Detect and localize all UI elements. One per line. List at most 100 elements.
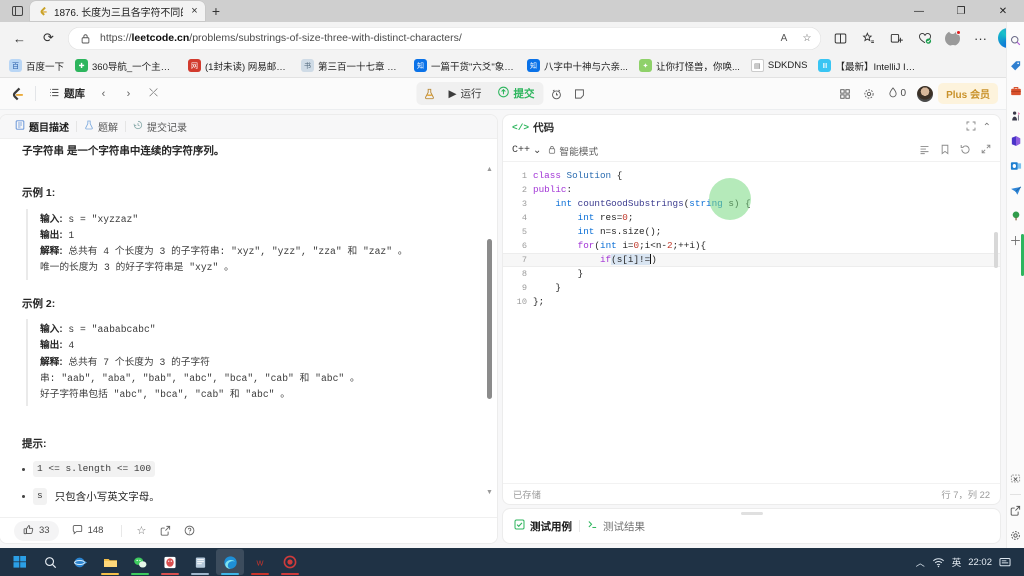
format-icon[interactable]	[919, 144, 930, 158]
clock[interactable]: 22:02	[968, 557, 992, 568]
tree-icon[interactable]	[1007, 203, 1024, 228]
bookmark-item[interactable]: Ⅲ 【最新】IntelliJ IDE...	[813, 57, 925, 75]
back-icon[interactable]: ←	[6, 25, 33, 52]
address-bar[interactable]: https://leetcode.cn/problems/substrings-…	[68, 26, 821, 50]
help-icon[interactable]	[179, 522, 199, 540]
split-screen-icon[interactable]	[827, 25, 854, 52]
idea-icon: Ⅲ	[818, 59, 832, 72]
tab-close-icon[interactable]: ×	[188, 5, 201, 18]
settings-more-icon[interactable]: ···	[967, 25, 994, 52]
edge-icon[interactable]	[216, 549, 244, 575]
read-aloud-icon[interactable]: A	[776, 30, 792, 46]
tab-description[interactable]: 题目描述	[8, 119, 76, 134]
chevron-up-icon[interactable]: ⌃	[983, 122, 991, 133]
coins-indicator[interactable]: 0	[883, 85, 912, 103]
note-icon[interactable]	[569, 83, 590, 104]
notification-icon[interactable]	[999, 557, 1011, 568]
grid-icon[interactable]	[835, 83, 856, 104]
problem-footer: 33 148 ☆	[0, 517, 497, 543]
gear-icon[interactable]	[859, 83, 880, 104]
reload-icon[interactable]: ⟳	[35, 25, 62, 52]
favorites-icon[interactable]	[855, 25, 882, 52]
code-editor[interactable]: 1 class Solution { 2 public: 3 int count…	[503, 162, 1000, 483]
scrollbar-thumb[interactable]	[486, 239, 492, 399]
plus-membership-button[interactable]: Plus 会员	[938, 83, 998, 104]
games-icon[interactable]	[1007, 103, 1024, 128]
smart-mode-toggle[interactable]: 智能模式	[548, 144, 598, 158]
shuffle-icon[interactable]: ⤫	[143, 83, 164, 104]
split-icon[interactable]	[1007, 498, 1024, 523]
prev-problem-icon[interactable]: ‹	[93, 83, 114, 104]
likes-count: 33	[39, 525, 50, 536]
recorder-icon[interactable]	[276, 549, 304, 575]
send-icon[interactable]	[1007, 178, 1024, 203]
bookmark-icon[interactable]	[940, 144, 950, 158]
drop-icon[interactable]	[1007, 466, 1024, 491]
leetcode-logo[interactable]	[8, 85, 26, 103]
comments-pill[interactable]: 148	[63, 521, 113, 541]
run-button[interactable]: ▶ 运行	[441, 83, 488, 104]
file-explorer-icon[interactable]	[96, 549, 124, 575]
browser-essentials-icon[interactable]	[911, 25, 938, 52]
reset-icon[interactable]	[960, 144, 971, 158]
tab-solution[interactable]: 题解	[77, 119, 125, 134]
maximize-button[interactable]: ❐	[940, 0, 982, 22]
collections-icon[interactable]	[883, 25, 910, 52]
line-text: class Solution {	[533, 170, 623, 181]
tab-testresult[interactable]: 测试结果	[587, 519, 645, 534]
code-column: </> 代码 ⌃ C++ ⌄ 智能模式 1 class Solution {2…	[503, 115, 1000, 543]
bookmark-item[interactable]: 百百度一下	[4, 57, 69, 75]
search-taskbar-icon[interactable]	[36, 549, 64, 575]
save-status: 已存储	[513, 490, 541, 500]
avatar[interactable]	[914, 83, 935, 104]
tab-submissions[interactable]: 提交记录	[126, 119, 194, 134]
scroll-up-icon[interactable]: ▲	[486, 165, 493, 176]
internet-explorer-icon[interactable]	[66, 549, 94, 575]
bookmark-item[interactable]: ✚ 360导航_一个主页...	[70, 57, 182, 75]
fullscreen-icon[interactable]	[966, 121, 976, 134]
language-selector[interactable]: C++ ⌄	[512, 145, 541, 157]
flask-icon[interactable]	[418, 83, 439, 104]
search-icon[interactable]	[1007, 28, 1024, 53]
bookmark-item[interactable]: 网 (1封未读) 网易邮箱...	[183, 57, 295, 75]
editor-scrollbar-thumb[interactable]	[994, 232, 998, 268]
share-icon[interactable]	[155, 522, 175, 540]
scroll-down-icon[interactable]: ▼	[486, 488, 493, 499]
submit-button[interactable]: 提交	[491, 83, 542, 104]
wps-icon[interactable]: W	[246, 549, 274, 575]
profile-icon[interactable]	[939, 25, 966, 52]
tab-label: 测试结果	[603, 520, 645, 533]
wifi-icon[interactable]	[932, 557, 945, 568]
tab-testcase[interactable]: 测试用例	[514, 519, 572, 534]
settings-icon[interactable]	[1007, 523, 1024, 548]
timer-icon[interactable]	[546, 83, 567, 104]
system-tray: ︿ 英 22:02	[916, 555, 1018, 569]
outlook-icon[interactable]	[1007, 153, 1024, 178]
favorite-star-icon[interactable]: ☆	[799, 30, 815, 46]
bookmark-item[interactable]: 书第三百一十七章 猝...	[296, 57, 408, 75]
tab-actions-icon[interactable]	[4, 0, 30, 22]
shopping-tag-icon[interactable]	[1007, 53, 1024, 78]
qq-icon[interactable]	[156, 549, 184, 575]
bookmark-item[interactable]: 知八字中十神与六亲...	[522, 57, 633, 75]
next-problem-icon[interactable]: ›	[118, 83, 139, 104]
microsoft365-icon[interactable]	[1007, 128, 1024, 153]
close-window-button[interactable]: ✕	[982, 0, 1024, 22]
chevron-up-icon[interactable]: ︿	[916, 556, 925, 569]
bookmark-item[interactable]: ✦ 让你打怪兽，你唤...	[634, 57, 745, 75]
problem-list-button[interactable]: 题库	[45, 83, 89, 104]
bookmark-item[interactable]: ▤ SDKDNS	[746, 57, 813, 74]
tools-icon[interactable]	[1007, 78, 1024, 103]
likes-pill[interactable]: 33	[14, 520, 59, 541]
wechat-icon[interactable]	[126, 549, 154, 575]
browser-tab[interactable]: 1876. 长度为三且各字符不同的子 ×	[30, 1, 205, 21]
expand-icon[interactable]	[981, 144, 991, 157]
new-tab-button[interactable]: +	[205, 1, 227, 21]
start-button[interactable]	[6, 549, 34, 575]
notes-icon[interactable]	[186, 549, 214, 575]
problem-scrollbar[interactable]: ▲ ▼	[485, 143, 494, 513]
bookmark-item[interactable]: 知一篇干货"六爻"象法...	[409, 57, 521, 75]
minimize-button[interactable]: —	[898, 0, 940, 22]
ime-indicator[interactable]: 英	[952, 555, 962, 569]
star-icon[interactable]: ☆	[131, 522, 151, 540]
